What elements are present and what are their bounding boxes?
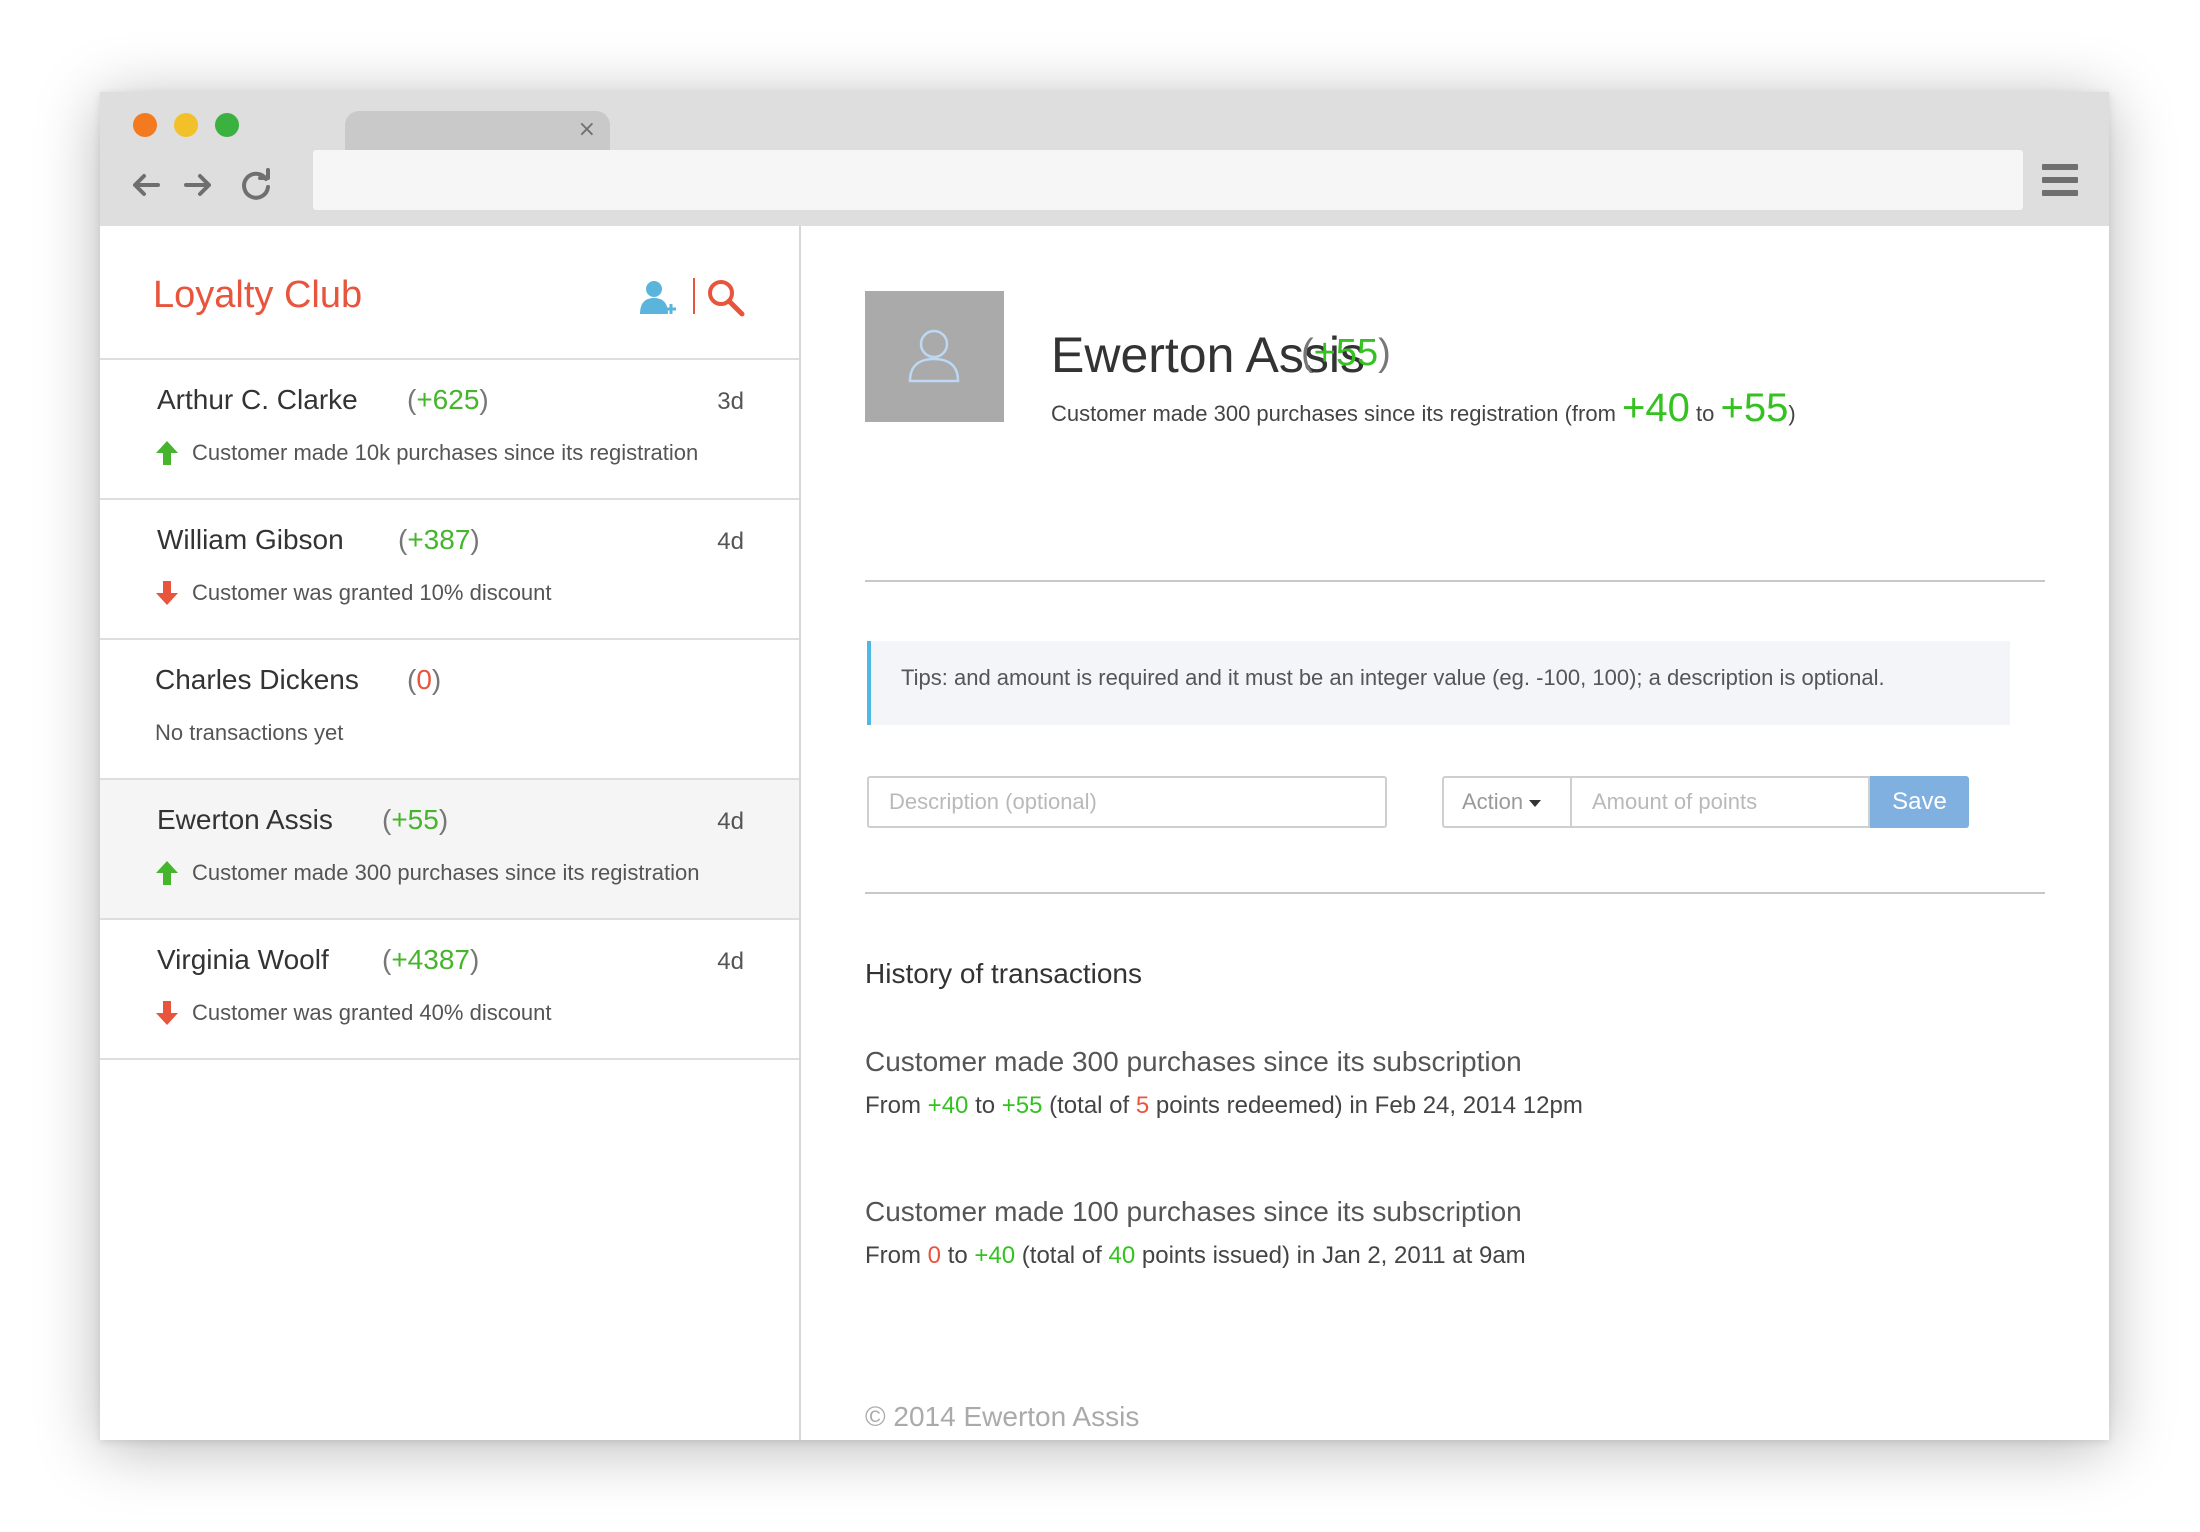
transaction-item: Customer made 100 purchases since its su… — [865, 1196, 1526, 1270]
tips-box: Tips: and amount is required and it must… — [867, 641, 2010, 725]
contact-name: Ewerton Assis — [157, 804, 333, 835]
arrow-down-icon — [156, 581, 178, 605]
contact-age: 3d — [717, 388, 744, 415]
browser-chrome: × — [100, 92, 2109, 226]
contact-name: Charles Dickens — [155, 664, 359, 695]
contact-item-ewerton-assis[interactable]: Ewerton Assis (+55) 4d Customer made 300… — [100, 780, 799, 920]
avatar — [865, 291, 1004, 422]
contact-points: (0) — [407, 664, 442, 695]
contact-description: Customer was granted 10% discount — [192, 580, 552, 605]
action-dropdown[interactable]: Action — [1442, 776, 1572, 828]
divider — [865, 892, 2045, 894]
amount-input[interactable] — [1572, 776, 1870, 828]
transaction-detail: From +40 to +55 (total of 5 points redee… — [865, 1092, 1583, 1119]
footer-copyright: © 2014 Ewerton Assis — [865, 1401, 1140, 1432]
contact-description: Customer was granted 40% discount — [192, 1000, 552, 1025]
contact-points: (+4387) — [382, 944, 480, 975]
header-divider — [693, 278, 695, 314]
caret-down-icon — [1529, 799, 1542, 807]
profile-points: (+55) — [1301, 332, 1391, 374]
sidebar-header: Loyalty Club — [100, 226, 799, 360]
contact-age: 4d — [717, 528, 744, 555]
contact-description: No transactions yet — [155, 720, 344, 745]
contact-name: Arthur C. Clarke — [157, 384, 358, 415]
divider — [865, 580, 2045, 582]
app-title: Loyalty Club — [153, 274, 363, 316]
save-button[interactable]: Save — [1870, 776, 1969, 828]
contact-item-william-gibson[interactable]: William Gibson (+387) 4d Customer was gr… — [100, 500, 799, 640]
transaction-title: Customer made 100 purchases since its su… — [865, 1196, 1522, 1227]
hamburger-menu-icon[interactable] — [2040, 160, 2080, 200]
close-window-button[interactable] — [133, 113, 157, 137]
reload-icon[interactable] — [236, 165, 276, 205]
contact-description: Customer made 10k purchases since its re… — [192, 440, 699, 465]
maximize-window-button[interactable] — [215, 113, 239, 137]
transaction-item: Customer made 300 purchases since its su… — [865, 1046, 1583, 1120]
description-input[interactable] — [867, 776, 1387, 828]
contact-points: (+55) — [382, 804, 449, 835]
address-bar[interactable] — [313, 150, 2023, 210]
minimize-window-button[interactable] — [174, 113, 198, 137]
main-panel: Ewerton Assis (+55) Customer made 300 pu… — [801, 226, 2109, 1440]
contact-item-charles-dickens[interactable]: Charles Dickens (0) No transactions yet — [100, 640, 799, 780]
arrow-up-icon — [156, 441, 178, 465]
tips-text: Tips: and amount is required and it must… — [901, 665, 1885, 690]
search-icon[interactable] — [706, 278, 746, 318]
forward-arrow-icon[interactable] — [178, 165, 218, 205]
contact-age: 4d — [717, 808, 744, 835]
transaction-title: Customer made 300 purchases since its su… — [865, 1046, 1522, 1077]
profile-description: Customer made 300 purchases since its re… — [1051, 386, 1796, 430]
contact-item-virginia-woolf[interactable]: Virginia Woolf (+4387) 4d Customer was g… — [100, 920, 799, 1060]
arrow-up-icon — [156, 861, 178, 885]
transaction-detail: From 0 to +40 (total of 40 points issued… — [865, 1242, 1526, 1269]
contact-name: William Gibson — [157, 524, 344, 555]
arrow-down-icon — [156, 1001, 178, 1025]
contact-name: Virginia Woolf — [157, 944, 329, 975]
contact-description: Customer made 300 purchases since its re… — [192, 860, 700, 885]
back-arrow-icon[interactable] — [126, 165, 166, 205]
contact-points: (+387) — [398, 524, 480, 555]
contact-age: 4d — [717, 948, 744, 975]
contact-points: (+625) — [407, 384, 489, 415]
contact-item-arthur-c-clarke[interactable]: Arthur C. Clarke (+625) 3d Customer made… — [100, 360, 799, 500]
user-silhouette-icon — [908, 329, 960, 383]
add-user-icon[interactable] — [638, 278, 678, 318]
browser-tab[interactable]: × — [345, 111, 610, 151]
sidebar: Loyalty Club Arthur C. Clarke (+625) 3d … — [100, 226, 801, 1440]
browser-window: × Loyalty Club Arthur C. Clarke (+625) 3… — [100, 92, 2109, 1440]
tab-close-icon[interactable]: × — [578, 115, 596, 145]
history-title: History of transactions — [865, 958, 1142, 989]
